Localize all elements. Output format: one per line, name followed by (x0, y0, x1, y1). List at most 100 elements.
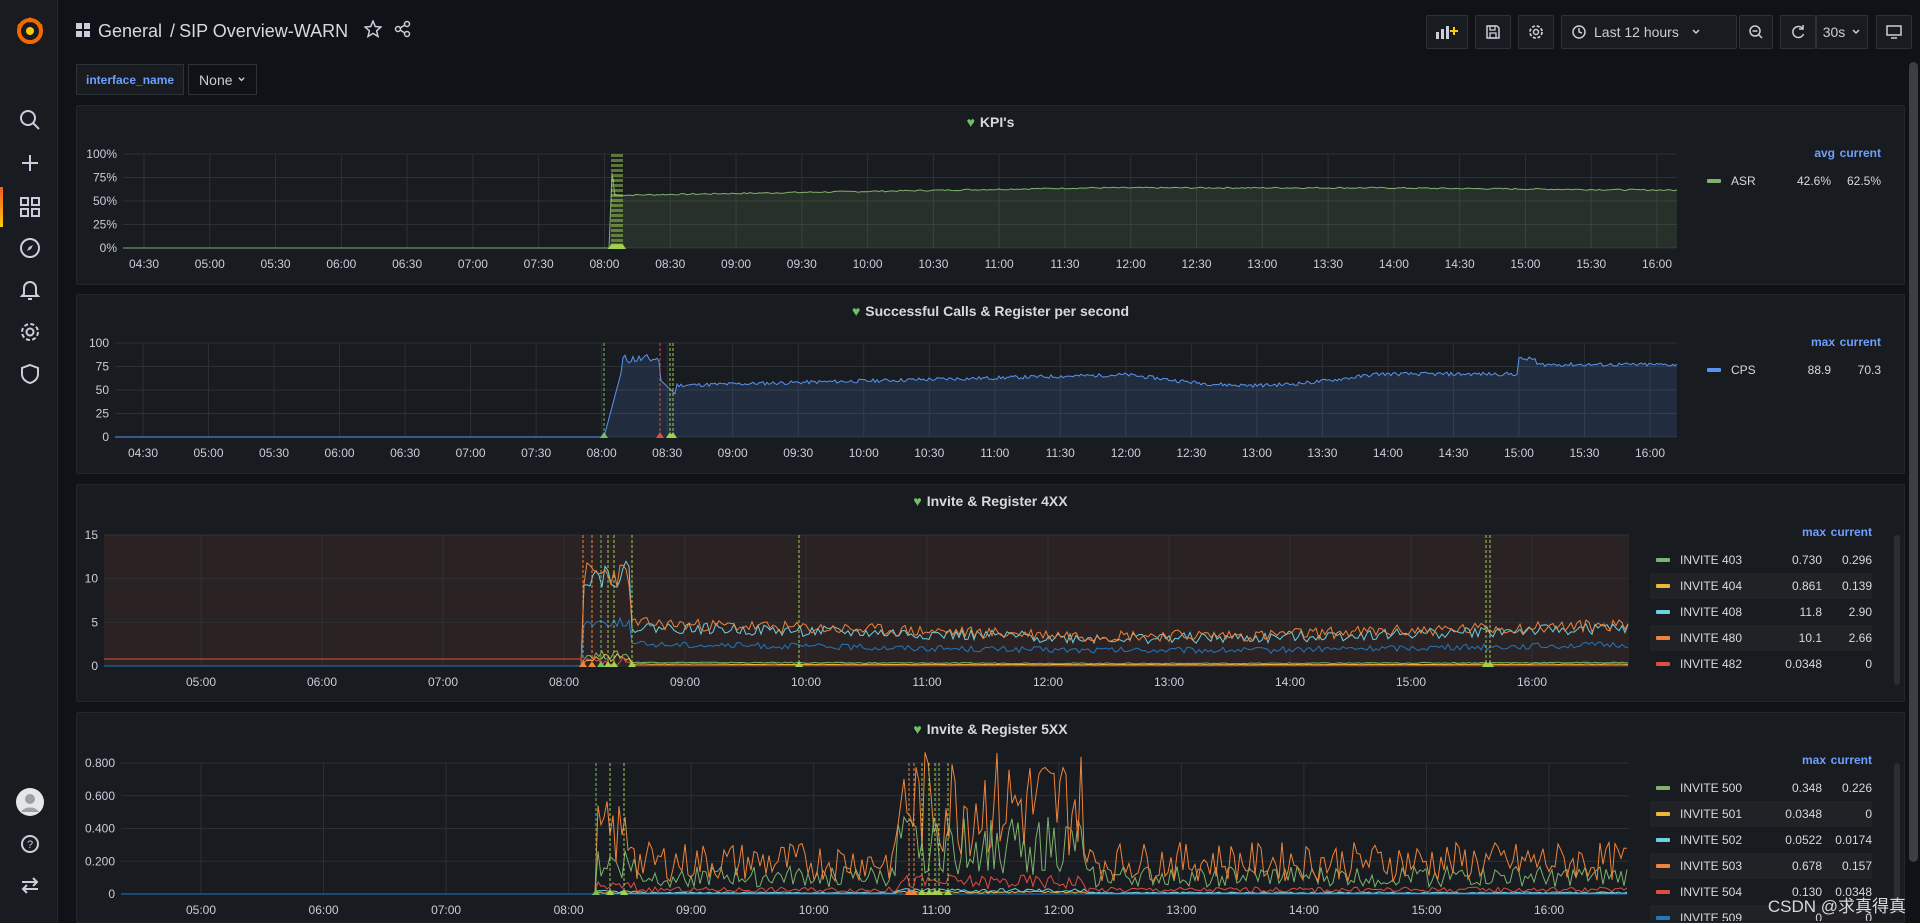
legend-item[interactable]: INVITE 501 0.0348 0 (1650, 801, 1872, 827)
legend-col-max[interactable]: max (1791, 335, 1835, 357)
series-color-swatch (1707, 368, 1721, 372)
legend-item[interactable]: INVITE 403 0.730 0.296 (1650, 547, 1872, 573)
x-tick-label: 15:30 (1569, 446, 1599, 460)
swap-icon[interactable] (17, 872, 43, 898)
series-name[interactable]: INVITE 503 (1680, 859, 1762, 873)
variable-select[interactable]: None (188, 64, 257, 95)
alerting-icon[interactable] (17, 277, 43, 303)
share-icon[interactable] (394, 20, 412, 43)
legend-header: max current (1701, 335, 1881, 357)
series-name[interactable]: INVITE 501 (1680, 807, 1762, 821)
errors-4xx-chart[interactable]: 15 10 5 0 05:00 06:00 07:00 08:00 09:00 10:00 11:0… (77, 485, 1637, 702)
legend-item[interactable]: INVITE 408 11.8 2.90 (1650, 599, 1872, 625)
x-tick-label: 09:30 (787, 257, 817, 271)
legend-col-current[interactable]: current (1826, 525, 1872, 547)
star-icon[interactable] (363, 19, 383, 43)
series-name[interactable]: INVITE 480 (1680, 631, 1762, 645)
x-tick-label: 06:30 (392, 257, 422, 271)
avatar[interactable] (16, 788, 44, 816)
legend-item[interactable]: ASR 42.6% 62.5% (1701, 168, 1881, 194)
dashboard-grid-icon (76, 21, 90, 42)
legend-col-max[interactable]: max (1782, 753, 1826, 775)
series-color-swatch (1656, 610, 1670, 614)
x-tick-label: 15:00 (1411, 903, 1441, 917)
legend-item[interactable]: CPS 88.9 70.3 (1701, 357, 1881, 383)
series-name[interactable]: ASR (1731, 174, 1771, 188)
x-tick-label: 11:00 (912, 675, 941, 689)
help-icon[interactable]: ? (17, 831, 43, 857)
series-name[interactable]: INVITE 500 (1680, 781, 1762, 795)
legend-item[interactable]: INVITE 503 0.678 0.157 (1650, 853, 1872, 879)
refresh-interval-picker[interactable]: 30s (1816, 15, 1868, 49)
series-name[interactable]: INVITE 482 (1680, 657, 1762, 671)
series-name[interactable]: INVITE 509 (1680, 911, 1762, 921)
tv-mode-button[interactable] (1876, 15, 1912, 49)
x-tick-label: 07:00 (428, 675, 458, 689)
refresh-button[interactable] (1780, 15, 1816, 49)
series-name[interactable]: INVITE 504 (1680, 885, 1762, 899)
search-icon[interactable] (17, 107, 43, 133)
svg-text:?: ? (27, 839, 33, 851)
series-name[interactable]: INVITE 404 (1680, 579, 1762, 593)
page-scrollbar[interactable] (1909, 62, 1918, 862)
settings-icon[interactable] (17, 319, 43, 345)
time-range-label: Last 12 hours (1594, 24, 1679, 40)
dashboards-icon[interactable] (17, 194, 43, 220)
legend-item[interactable]: INVITE 482 0.0348 0 (1650, 651, 1872, 675)
add-panel-button[interactable] (1426, 15, 1468, 49)
panel-kpi[interactable]: ♥ KPI's 100% 75% 50% 25% 0% 04:30 05:00 05:30 06:… (76, 105, 1905, 285)
y-tick-label: 0.200 (85, 854, 115, 868)
zoom-out-button[interactable] (1739, 15, 1773, 49)
dashboard-settings-button[interactable] (1518, 15, 1554, 49)
x-tick-label: 16:00 (1534, 903, 1564, 917)
legend-col-max[interactable]: max (1782, 525, 1826, 547)
series-color-swatch (1656, 916, 1670, 920)
x-tick-label: 09:00 (676, 903, 706, 917)
plus-icon[interactable] (17, 150, 43, 176)
legend-value-1: 42.6% (1796, 174, 1831, 188)
shield-icon[interactable] (17, 361, 43, 387)
x-tick-label: 05:00 (186, 903, 216, 917)
x-tick-label: 08:00 (587, 446, 617, 460)
legend-item[interactable]: INVITE 404 0.861 0.139 (1650, 573, 1872, 599)
series-name[interactable]: INVITE 408 (1680, 605, 1762, 619)
series-color-swatch (1656, 636, 1670, 640)
x-tick-label: 05:00 (186, 675, 216, 689)
legend-col-avg[interactable]: avg (1791, 146, 1835, 168)
cps-chart[interactable]: 100 75 50 25 0 04:30 05:00 05:30 06:00 06:30 07:00… (77, 295, 1677, 474)
explore-icon[interactable] (17, 235, 43, 261)
legend-item[interactable]: INVITE 480 10.1 2.66 (1650, 625, 1872, 651)
annotation-marker (606, 889, 614, 895)
x-tick-label: 05:30 (259, 446, 289, 460)
kpi-chart[interactable]: 100% 75% 50% 25% 0% 04:30 05:00 05:30 06:00 06:30… (77, 106, 1677, 285)
legend-col-current[interactable]: current (1835, 335, 1881, 357)
save-button[interactable] (1475, 15, 1511, 49)
series-name[interactable]: CPS (1731, 363, 1771, 377)
legend-item[interactable]: INVITE 502 0.0522 0.0174 (1650, 827, 1872, 853)
panel-cps[interactable]: ♥ Successful Calls & Register per second … (76, 294, 1905, 474)
legend-scrollbar[interactable] (1894, 535, 1900, 685)
legend-value-2: 0 (1865, 657, 1872, 671)
legend-scrollbar[interactable] (1894, 763, 1900, 913)
folder-link[interactable]: General (98, 21, 162, 42)
dashboard-title[interactable]: SIP Overview-WARN (179, 21, 348, 42)
panel-5xx[interactable]: ♥ Invite & Register 5XX 0.800 0.600 0.400 0.… (76, 712, 1905, 923)
series-name[interactable]: INVITE 403 (1680, 553, 1762, 567)
save-icon (1486, 25, 1500, 39)
legend-col-current[interactable]: current (1835, 146, 1881, 168)
legend: avg current ASR 42.6% 62.5% (1701, 146, 1881, 194)
time-range-picker[interactable]: Last 12 hours (1561, 15, 1737, 49)
legend-item[interactable]: INVITE 500 0.348 0.226 (1650, 775, 1872, 801)
x-tick-label: 13:00 (1166, 903, 1196, 917)
clock-icon (1572, 25, 1586, 39)
grafana-logo[interactable] (15, 16, 45, 46)
x-tick-label: 15:00 (1396, 675, 1426, 689)
panel-4xx[interactable]: ♥ Invite & Register 4XX 15 10 5 0 05:00 06:00 0… (76, 484, 1905, 702)
legend-value-2: 70.3 (1857, 363, 1881, 377)
chevron-down-icon (1691, 24, 1701, 40)
errors-5xx-chart[interactable]: 0.800 0.600 0.400 0.200 0 05:00 06:00 07:00 08:0… (77, 713, 1637, 923)
legend-col-current[interactable]: current (1826, 753, 1872, 775)
legend[interactable]: max current INVITE 403 0.730 0.296 INVITE 404… (1650, 525, 1872, 675)
y-tick-label: 100 (89, 336, 109, 350)
series-name[interactable]: INVITE 502 (1680, 833, 1762, 847)
